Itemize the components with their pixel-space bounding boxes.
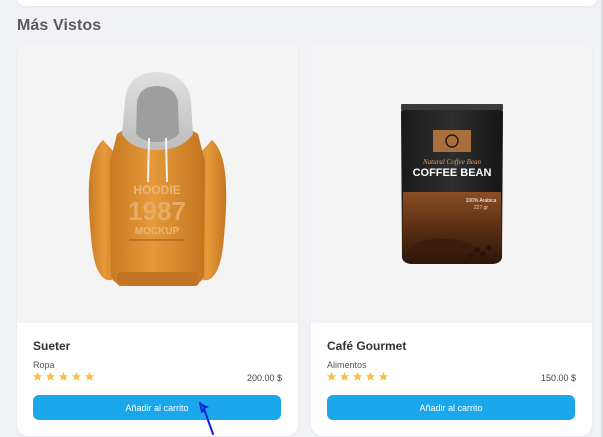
hoodie-print-line3: MOCKUP: [135, 226, 180, 237]
product-price: 200.00 $: [246, 373, 282, 383]
coffee-brand: COFFEE BEAN: [413, 167, 492, 179]
product-name[interactable]: Sueter: [33, 339, 70, 353]
hoodie-print-line2: 1987: [128, 196, 186, 226]
star-icon: [378, 371, 389, 381]
mouse-cursor-icon: [199, 402, 214, 435]
product-image[interactable]: HOODIE 1987 MOCKUP: [17, 42, 298, 323]
coffee-tagline: Natural Coffee Bean: [422, 158, 481, 166]
coffee-detail-2: 227 gr: [474, 205, 489, 211]
product-category: Alimentos: [327, 360, 367, 370]
product-price: 150.00 $: [540, 373, 576, 383]
product-image[interactable]: Natural Coffee Bean COFFEE BEAN 100% Ara…: [311, 42, 592, 323]
rating-stars: [326, 371, 389, 382]
hoodie-image: HOODIE 1987 MOCKUP: [88, 72, 227, 286]
star-icon: [339, 371, 350, 381]
star-icon: [45, 371, 56, 381]
rating-stars: [32, 371, 95, 382]
hoodie-print-line1: HOODIE: [133, 183, 180, 197]
coffee-detail-1: 100% Arabica: [466, 198, 497, 204]
top-panel: [17, 0, 597, 6]
section-title: Más Vistos: [17, 17, 102, 34]
star-icon: [352, 371, 363, 381]
star-icon: [365, 371, 376, 381]
star-icon: [84, 371, 95, 381]
star-icon: [71, 371, 82, 381]
star-icon: [326, 371, 337, 381]
add-to-cart-button[interactable]: Añadir al carrito: [327, 395, 575, 420]
product-card[interactable]: Natural Coffee Bean COFFEE BEAN 100% Ara…: [311, 42, 592, 436]
coffee-bag-image: Natural Coffee Bean COFFEE BEAN 100% Ara…: [401, 104, 503, 264]
star-icon: [32, 371, 43, 381]
add-to-cart-button[interactable]: Añadir al carrito: [33, 395, 281, 420]
product-category: Ropa: [33, 360, 55, 370]
star-icon: [58, 371, 69, 381]
product-card[interactable]: HOODIE 1987 MOCKUP Sueter Ropa 200.00 $ …: [17, 42, 298, 436]
product-name[interactable]: Café Gourmet: [327, 339, 406, 353]
